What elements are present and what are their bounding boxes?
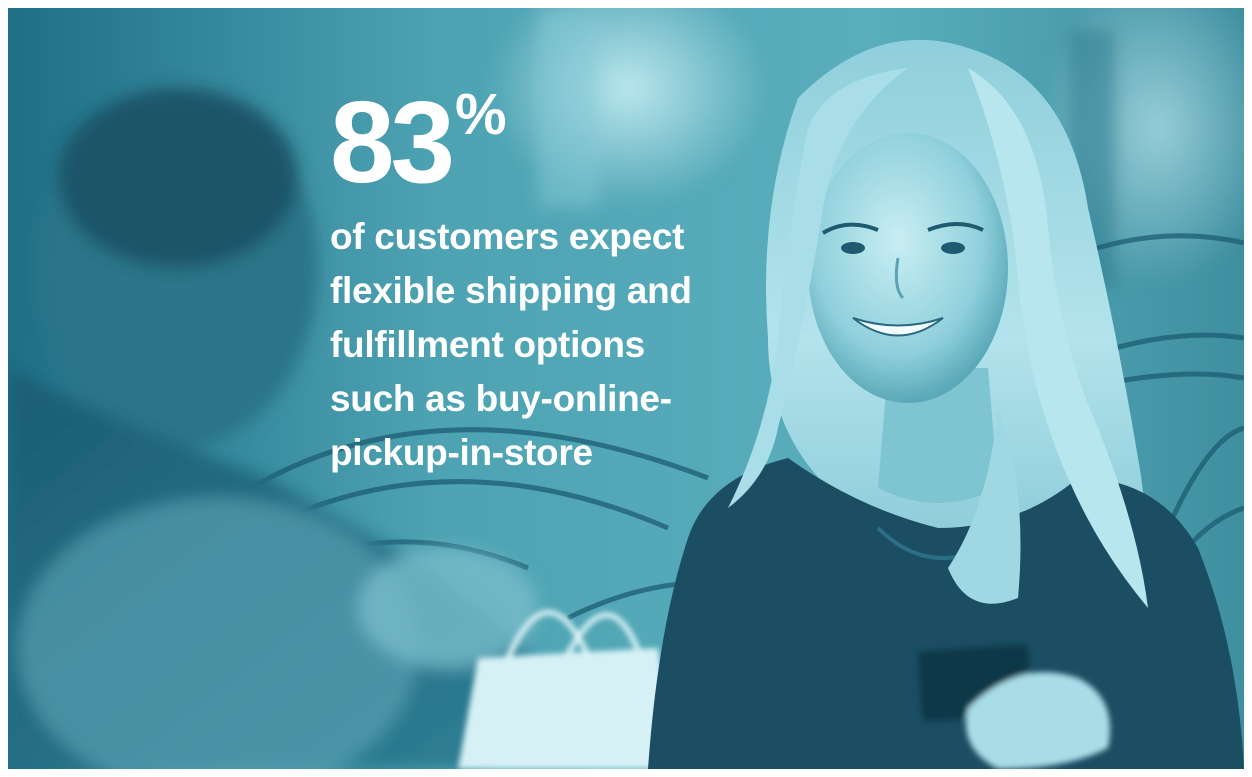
stat-unit: % bbox=[455, 82, 507, 147]
stat-caption-line: fulfillment options bbox=[330, 324, 645, 365]
stat-figure: 83 % bbox=[330, 78, 790, 210]
hero-banner: 83 % of customers expect flexible shippi… bbox=[8, 8, 1244, 769]
stat-caption-line: such as buy-online- bbox=[330, 378, 672, 419]
stat-caption-line: of customers expect bbox=[330, 216, 685, 257]
stat-caption: of customers expect flexible shipping an… bbox=[330, 210, 790, 480]
stat-caption-line: flexible shipping and bbox=[330, 270, 692, 311]
statistic-block: 83 % of customers expect flexible shippi… bbox=[330, 78, 790, 480]
stat-caption-line: pickup-in-store bbox=[330, 432, 593, 473]
stat-value: 83 bbox=[330, 77, 455, 207]
